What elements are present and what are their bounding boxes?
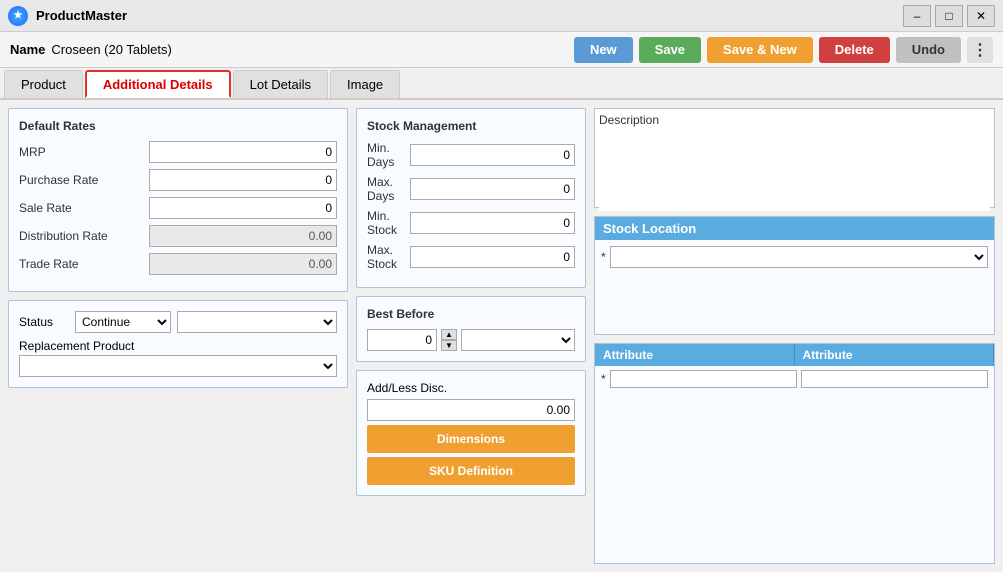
max-days-label: Max. Days	[367, 175, 410, 203]
save-new-button[interactable]: Save & New	[707, 37, 813, 63]
trade-rate-label: Trade Rate	[19, 257, 149, 271]
attribute-body: *	[595, 366, 994, 392]
stock-location-header: Stock Location	[595, 217, 994, 240]
attribute-col2-header: Attribute	[795, 344, 995, 366]
status-section: Status Continue Discontinued Replacement…	[8, 300, 348, 388]
spin-up-button[interactable]: ▲	[441, 329, 457, 340]
attribute-section: Attribute Attribute *	[594, 343, 995, 564]
default-rates-title: Default Rates	[19, 119, 337, 133]
right-panel: Description Stock Location * Attribute A…	[594, 108, 995, 564]
left-panel: Default Rates MRP Purchase Rate Sale Rat…	[8, 108, 348, 564]
description-textarea[interactable]	[599, 131, 990, 211]
best-before-title: Best Before	[367, 307, 575, 321]
distribution-rate-label: Distribution Rate	[19, 229, 149, 243]
mrp-row: MRP	[19, 141, 337, 163]
sku-definition-button[interactable]: SKU Definition	[367, 457, 575, 485]
save-button[interactable]: Save	[639, 37, 701, 63]
distribution-rate-input	[149, 225, 337, 247]
replacement-select[interactable]	[19, 355, 337, 377]
status-select2[interactable]	[177, 311, 337, 333]
description-section: Description	[594, 108, 995, 208]
sale-rate-input[interactable]	[149, 197, 337, 219]
purchase-rate-input[interactable]	[149, 169, 337, 191]
max-stock-row: Max. Stock	[367, 243, 575, 271]
dimensions-button[interactable]: Dimensions	[367, 425, 575, 453]
stock-management-title: Stock Management	[367, 119, 575, 133]
max-days-row: Max. Days	[367, 175, 575, 203]
best-before-section: Best Before ▲ ▼ Days Months Years	[356, 296, 586, 362]
main-content: Default Rates MRP Purchase Rate Sale Rat…	[0, 100, 1003, 572]
min-stock-label: Min. Stock	[367, 209, 410, 237]
tab-image[interactable]: Image	[330, 70, 400, 98]
attribute-required-star: *	[601, 372, 606, 386]
app-icon: ★	[8, 6, 28, 26]
min-stock-input[interactable]	[410, 212, 575, 234]
minimize-button[interactable]: –	[903, 5, 931, 27]
stock-location-title: Stock Location	[603, 221, 696, 236]
stock-location-body: *	[595, 240, 994, 274]
purchase-rate-row: Purchase Rate	[19, 169, 337, 191]
tab-additional-details[interactable]: Additional Details	[85, 70, 231, 98]
mrp-input[interactable]	[149, 141, 337, 163]
app-title: ProductMaster	[36, 8, 127, 23]
new-button[interactable]: New	[574, 37, 633, 63]
min-days-label: Min. Days	[367, 141, 410, 169]
best-before-row: ▲ ▼ Days Months Years	[367, 329, 575, 351]
default-rates-section: Default Rates MRP Purchase Rate Sale Rat…	[8, 108, 348, 292]
more-button[interactable]: ⋮	[967, 37, 993, 63]
stock-management-section: Stock Management Min. Days Max. Days Min…	[356, 108, 586, 288]
attribute-col2-input[interactable]	[801, 370, 988, 388]
min-stock-row: Min. Stock	[367, 209, 575, 237]
distribution-rate-row: Distribution Rate	[19, 225, 337, 247]
sale-rate-label: Sale Rate	[19, 201, 149, 215]
stock-location-empty-area	[595, 274, 994, 334]
name-value: Croseen (20 Tablets)	[51, 42, 171, 57]
status-label: Status	[19, 315, 69, 329]
replacement-row: Replacement Product	[19, 339, 337, 377]
window-controls: – □ ✕	[903, 5, 995, 27]
maximize-button[interactable]: □	[935, 5, 963, 27]
tab-lot-details[interactable]: Lot Details	[233, 70, 328, 98]
best-before-input[interactable]	[367, 329, 437, 351]
add-less-disc-input[interactable]	[367, 399, 575, 421]
spin-down-button[interactable]: ▼	[441, 340, 457, 351]
spinner-controls: ▲ ▼	[441, 329, 457, 351]
replacement-label: Replacement Product	[19, 339, 337, 353]
attribute-col1-header: Attribute	[595, 344, 795, 366]
sale-rate-row: Sale Rate	[19, 197, 337, 219]
min-days-row: Min. Days	[367, 141, 575, 169]
stock-location-required-star: *	[601, 250, 606, 264]
add-less-disc-section: Add/Less Disc. Dimensions SKU Definition	[356, 370, 586, 496]
title-bar: ★ ProductMaster – □ ✕	[0, 0, 1003, 32]
stock-location-select[interactable]	[610, 246, 988, 268]
name-label: Name	[10, 42, 45, 57]
toolbar: New Save Save & New Delete Undo ⋮	[574, 37, 993, 63]
attribute-header: Attribute Attribute	[595, 344, 994, 366]
status-select[interactable]: Continue Discontinued	[75, 311, 171, 333]
undo-button[interactable]: Undo	[896, 37, 961, 63]
description-label: Description	[599, 113, 990, 127]
min-days-input[interactable]	[410, 144, 575, 166]
trade-rate-row: Trade Rate	[19, 253, 337, 275]
purchase-rate-label: Purchase Rate	[19, 173, 149, 187]
close-button[interactable]: ✕	[967, 5, 995, 27]
best-before-unit-select[interactable]: Days Months Years	[461, 329, 575, 351]
trade-rate-input	[149, 253, 337, 275]
max-stock-input[interactable]	[410, 246, 575, 268]
tabs-bar: Product Additional Details Lot Details I…	[0, 68, 1003, 100]
stock-location-section: Stock Location *	[594, 216, 995, 335]
status-row: Status Continue Discontinued	[19, 311, 337, 333]
name-bar: Name Croseen (20 Tablets) New Save Save …	[0, 32, 1003, 68]
max-stock-label: Max. Stock	[367, 243, 410, 271]
tab-product[interactable]: Product	[4, 70, 83, 98]
max-days-input[interactable]	[410, 178, 575, 200]
attribute-col1-input[interactable]	[610, 370, 797, 388]
mrp-label: MRP	[19, 145, 149, 159]
middle-panel: Stock Management Min. Days Max. Days Min…	[356, 108, 586, 564]
delete-button[interactable]: Delete	[819, 37, 890, 63]
add-less-disc-label: Add/Less Disc.	[367, 381, 575, 395]
